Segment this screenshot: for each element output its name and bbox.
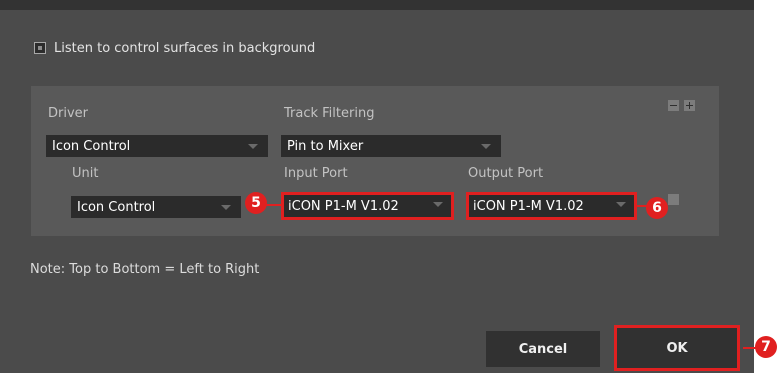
callout-6-badge: 6 <box>646 197 668 219</box>
ok-button[interactable]: OK <box>614 325 740 371</box>
callout-7-badge: 7 <box>755 336 777 358</box>
cancel-button[interactable]: Cancel <box>486 331 600 367</box>
chevron-down-icon <box>248 144 258 149</box>
dialog-titlebar <box>0 0 754 10</box>
driver-label: Driver <box>48 106 89 121</box>
chevron-down-icon <box>481 144 491 149</box>
input-port-dropdown[interactable]: iCON P1-M V1.02 <box>281 192 454 220</box>
track-filtering-value: Pin to Mixer <box>287 138 364 154</box>
output-port-label: Output Port <box>468 166 544 181</box>
input-port-value: iCON P1-M V1.02 <box>288 198 399 214</box>
chevron-down-icon <box>616 202 626 207</box>
unit-dropdown[interactable]: Icon Control <box>71 196 241 218</box>
device-settings-dialog: Listen to control surfaces in background… <box>0 0 754 373</box>
input-port-label: Input Port <box>284 166 348 181</box>
chevron-down-icon <box>221 205 231 210</box>
listen-background-label: Listen to control surfaces in background <box>54 40 316 56</box>
callout-5-connector <box>265 204 283 206</box>
unit-label: Unit <box>72 166 99 181</box>
minus-icon <box>670 105 677 106</box>
driver-dropdown[interactable]: Icon Control <box>46 135 268 157</box>
output-port-value: iCON P1-M V1.02 <box>473 198 584 214</box>
output-port-dropdown[interactable]: iCON P1-M V1.02 <box>466 192 637 220</box>
callout-5-badge: 5 <box>245 192 267 214</box>
remove-surface-button[interactable] <box>668 100 679 111</box>
listen-background-option[interactable]: Listen to control surfaces in background <box>34 38 315 58</box>
track-filtering-dropdown[interactable]: Pin to Mixer <box>281 135 501 157</box>
chevron-down-icon <box>433 202 443 207</box>
mapping-note: Note: Top to Bottom = Left to Right <box>30 262 260 277</box>
listen-background-checkbox[interactable] <box>34 42 46 54</box>
add-surface-button[interactable] <box>684 100 695 111</box>
unit-value: Icon Control <box>77 199 156 215</box>
driver-value: Icon Control <box>52 138 131 154</box>
unit-options-button[interactable] <box>668 194 679 205</box>
track-filtering-label: Track Filtering <box>284 106 375 121</box>
